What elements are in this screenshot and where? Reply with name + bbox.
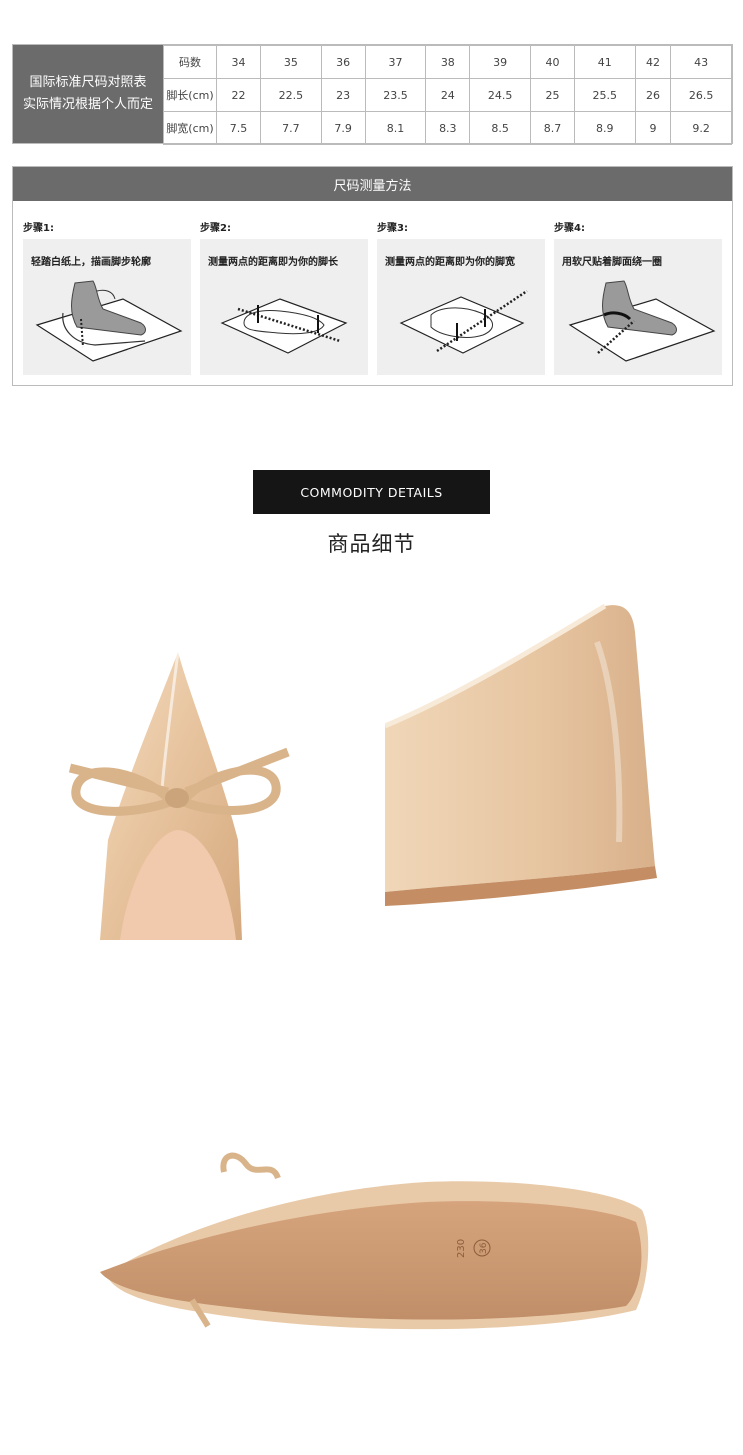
measure-step-1: 步骤1: 轻踏白纸上，描画脚步轮廓 bbox=[23, 219, 191, 375]
step-desc: 轻踏白纸上，描画脚步轮廓 bbox=[31, 257, 151, 268]
size-cell: 8.9 bbox=[573, 111, 636, 145]
size-cell: 40 bbox=[529, 45, 575, 79]
measure-steps: 步骤1: 轻踏白纸上，描画脚步轮廓 步骤2: 测量两点的距离即为你的脚长 步骤3… bbox=[13, 219, 732, 375]
size-cell: 39 bbox=[469, 45, 531, 79]
measure-step-4: 步骤4: 用软尺贴着脚面绕一圈 bbox=[554, 219, 722, 375]
measure-step-3: 步骤3: 测量两点的距离即为你的脚宽 bbox=[377, 219, 545, 375]
size-cell: 7.7 bbox=[260, 111, 322, 145]
size-cell: 22 bbox=[216, 78, 261, 112]
shoe-sole-photo: 230 36 bbox=[100, 1152, 649, 1330]
step-title: 步骤1: bbox=[23, 223, 54, 234]
size-cell: 38 bbox=[425, 45, 471, 79]
size-cell: 8.3 bbox=[425, 111, 471, 145]
size-row-head: 脚宽(cm) bbox=[163, 111, 217, 145]
sole-size-circle: 36 bbox=[479, 1242, 489, 1254]
size-cell: 24.5 bbox=[469, 78, 531, 112]
step-illustration-box: 轻踏白纸上，描画脚步轮廓 bbox=[23, 239, 191, 375]
size-table-row: 脚宽(cm) 7.5 7.7 7.9 8.1 8.3 8.5 8.7 8.9 9 9.2 bbox=[163, 111, 732, 145]
step-illustration-box: 测量两点的距离即为你的脚宽 bbox=[377, 239, 545, 375]
foot-outline-icon bbox=[35, 280, 183, 362]
size-cell: 34 bbox=[216, 45, 261, 79]
size-cell: 37 bbox=[364, 45, 427, 79]
commodity-details-cn-title: 商品细节 bbox=[327, 532, 416, 556]
size-table: 码数 34 35 36 37 38 39 40 41 42 43 脚长(cm) 22 22.5 23 23.5… bbox=[163, 45, 732, 145]
size-chart: 国际标准尺码对照表 实际情况根据个人而定 码数 34 35 36 37 38 39 40 41 4… bbox=[12, 44, 733, 145]
step-desc: 测量两点的距离即为你的脚宽 bbox=[385, 257, 515, 268]
size-table-row: 码数 34 35 36 37 38 39 40 41 42 43 bbox=[163, 45, 732, 79]
foot-wrap-tape-icon bbox=[568, 280, 716, 362]
size-cell: 23 bbox=[320, 78, 366, 112]
size-cell: 36 bbox=[320, 45, 366, 79]
shoe-toe-bow-photo bbox=[68, 651, 290, 940]
sole-size-mark: 230 bbox=[456, 1239, 467, 1258]
shoe-heel-photo bbox=[385, 603, 657, 906]
size-row-head: 码数 bbox=[163, 45, 217, 79]
size-cell: 35 bbox=[260, 45, 322, 79]
size-cell: 7.9 bbox=[320, 111, 366, 145]
measure-section: 尺码测量方法 步骤1: 轻踏白纸上，描画脚步轮廓 步骤2: 测量两点的距离即为你… bbox=[12, 166, 733, 386]
size-cell: 8.7 bbox=[529, 111, 575, 145]
size-cell: 8.5 bbox=[469, 111, 531, 145]
size-chart-label: 国际标准尺码对照表 实际情况根据个人而定 bbox=[13, 45, 163, 143]
commodity-details-banner: COMMODITY DETAILS bbox=[253, 470, 490, 514]
step-title: 步骤2: bbox=[200, 223, 231, 234]
step-illustration-box: 测量两点的距离即为你的脚长 bbox=[200, 239, 368, 375]
size-table-row: 脚长(cm) 22 22.5 23 23.5 24 24.5 25 25.5 26 26.5 bbox=[163, 78, 732, 112]
step-title: 步骤3: bbox=[377, 223, 408, 234]
step-illustration-box: 用软尺贴着脚面绕一圈 bbox=[554, 239, 722, 375]
measure-title: 尺码测量方法 bbox=[13, 167, 732, 201]
foot-width-icon bbox=[399, 289, 528, 354]
size-cell: 7.5 bbox=[216, 111, 261, 145]
size-cell: 24 bbox=[425, 78, 471, 112]
measure-step-2: 步骤2: 测量两点的距离即为你的脚长 bbox=[200, 219, 368, 375]
size-cell: 25 bbox=[529, 78, 575, 112]
step-desc: 测量两点的距离即为你的脚长 bbox=[208, 257, 338, 268]
size-cell: 26 bbox=[634, 78, 672, 112]
size-cell: 42 bbox=[634, 45, 672, 79]
step-desc: 用软尺贴着脚面绕一圈 bbox=[562, 257, 662, 268]
foot-length-icon bbox=[220, 298, 348, 354]
size-chart-label-line1: 国际标准尺码对照表 bbox=[29, 75, 147, 90]
size-cell: 43 bbox=[670, 45, 732, 79]
size-cell: 9.2 bbox=[670, 111, 732, 145]
size-cell: 23.5 bbox=[364, 78, 427, 112]
size-cell: 25.5 bbox=[573, 78, 636, 112]
size-cell: 41 bbox=[573, 45, 636, 79]
size-cell: 9 bbox=[634, 111, 672, 145]
size-cell: 22.5 bbox=[260, 78, 322, 112]
step-title: 步骤4: bbox=[554, 223, 585, 234]
size-cell: 8.1 bbox=[364, 111, 427, 145]
size-cell: 26.5 bbox=[670, 78, 732, 112]
size-row-head: 脚长(cm) bbox=[163, 78, 217, 112]
size-chart-label-line2: 实际情况根据个人而定 bbox=[22, 97, 153, 112]
